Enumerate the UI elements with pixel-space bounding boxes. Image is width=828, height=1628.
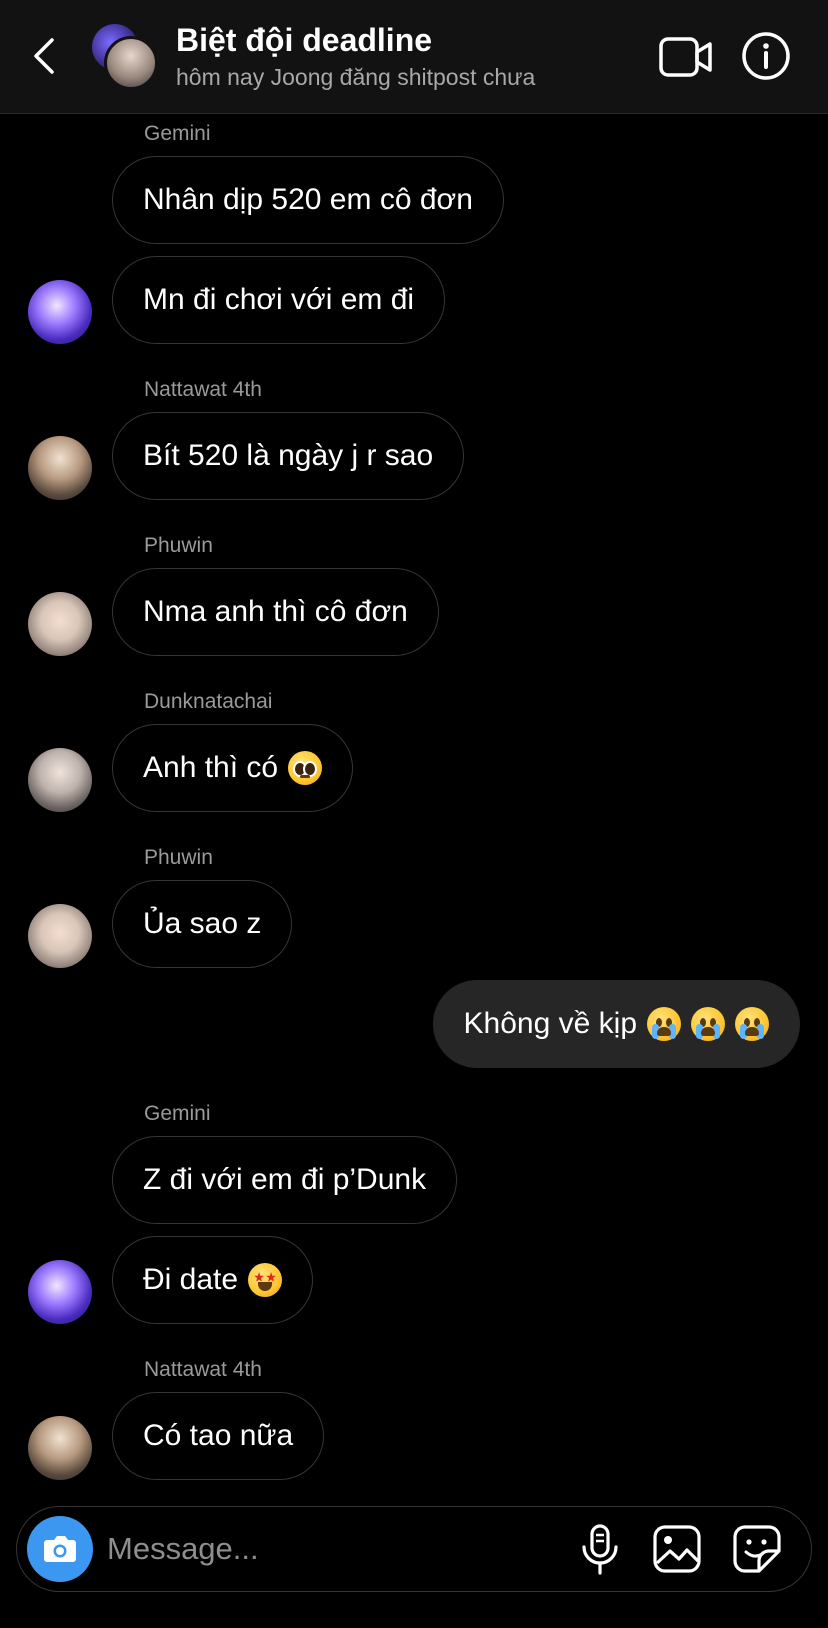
info-icon: [742, 32, 790, 80]
message-bubble[interactable]: Đi date: [112, 1236, 314, 1324]
outgoing-message-bubble[interactable]: Không về kịp: [432, 980, 800, 1068]
message-bubble[interactable]: Anh thì có: [112, 724, 354, 812]
back-icon: [34, 38, 54, 74]
chat-screen: Biệt đội deadline hôm nay Joong đăng shi…: [0, 0, 828, 1628]
loudly-crying-face-emoji: [735, 1007, 769, 1041]
message-text: Ủa sao z: [143, 907, 262, 940]
sender-name: Nattawat 4th: [144, 1358, 262, 1381]
sticker-icon: [733, 1525, 781, 1573]
sender-avatar[interactable]: [28, 1260, 92, 1324]
message-bubble[interactable]: Nhân dịp 520 em cô đơn: [112, 156, 504, 244]
message-bubble[interactable]: Bít 520 là ngày j r sao: [112, 412, 465, 500]
message-bubble[interactable]: Ủa sao z: [112, 880, 293, 968]
sender-name: Phuwin: [144, 534, 213, 557]
member-avatar: [104, 36, 158, 90]
camera-button[interactable]: [27, 1516, 93, 1582]
camera-icon: [44, 1536, 76, 1562]
chat-title[interactable]: Biệt đội deadline: [176, 22, 432, 59]
loudly-crying-face-emoji: [691, 1007, 725, 1041]
message-input[interactable]: [107, 1523, 527, 1575]
message-text: Mn đi chơi với em đi: [143, 283, 415, 316]
sender-avatar[interactable]: [28, 904, 92, 968]
sender-avatar[interactable]: [28, 280, 92, 344]
info-button[interactable]: [740, 30, 792, 82]
message-composer: [16, 1506, 812, 1592]
message-bubble[interactable]: Z đi với em đi p’Dunk: [112, 1136, 458, 1224]
sender-name: Dunknatachai: [144, 690, 273, 713]
message-bubble[interactable]: Nma anh thì cô đơn: [112, 568, 439, 656]
sender-avatar[interactable]: [28, 592, 92, 656]
microphone-button[interactable]: [575, 1523, 625, 1577]
pleading-face-emoji: [288, 751, 323, 785]
sticker-button[interactable]: [731, 1523, 783, 1575]
message-bubble[interactable]: Mn đi chơi với em đi: [112, 256, 446, 344]
chat-subtitle: hôm nay Joong đăng shitpost chưa: [176, 64, 536, 90]
message-text: Đi date: [143, 1263, 239, 1296]
message-bubble[interactable]: Có tao nữa: [112, 1392, 325, 1480]
message-text: Có tao nữa: [143, 1419, 294, 1452]
message-text: Nhân dịp 520 em cô đơn: [143, 183, 473, 216]
microphone-icon: [582, 1524, 618, 1575]
gallery-icon: [653, 1525, 701, 1573]
loudly-crying-face-emoji: [647, 1007, 681, 1041]
sender-name: Gemini: [144, 122, 211, 145]
sender-avatar[interactable]: [28, 436, 92, 500]
video-call-button[interactable]: [658, 34, 714, 80]
message-text: Z đi với em đi p’Dunk: [143, 1163, 427, 1196]
group-avatar[interactable]: [90, 22, 162, 92]
message-text: Nma anh thì cô đơn: [143, 595, 408, 628]
star-struck-face-emoji: [248, 1263, 283, 1297]
sender-name: Phuwin: [144, 846, 213, 869]
message-text: Anh thì có: [143, 751, 279, 784]
back-button[interactable]: [26, 32, 66, 80]
sender-avatar[interactable]: [28, 1416, 92, 1480]
sender-avatar[interactable]: [28, 748, 92, 812]
sender-name: Nattawat 4th: [144, 378, 262, 401]
message-text: Không về kịp: [463, 1007, 637, 1040]
gallery-button[interactable]: [651, 1523, 703, 1575]
chat-header: Biệt đội deadline hôm nay Joong đăng shi…: [0, 0, 828, 114]
message-text: Bít 520 là ngày j r sao: [143, 439, 434, 472]
video-call-icon: [659, 37, 712, 77]
sender-name: Gemini: [144, 1102, 211, 1125]
